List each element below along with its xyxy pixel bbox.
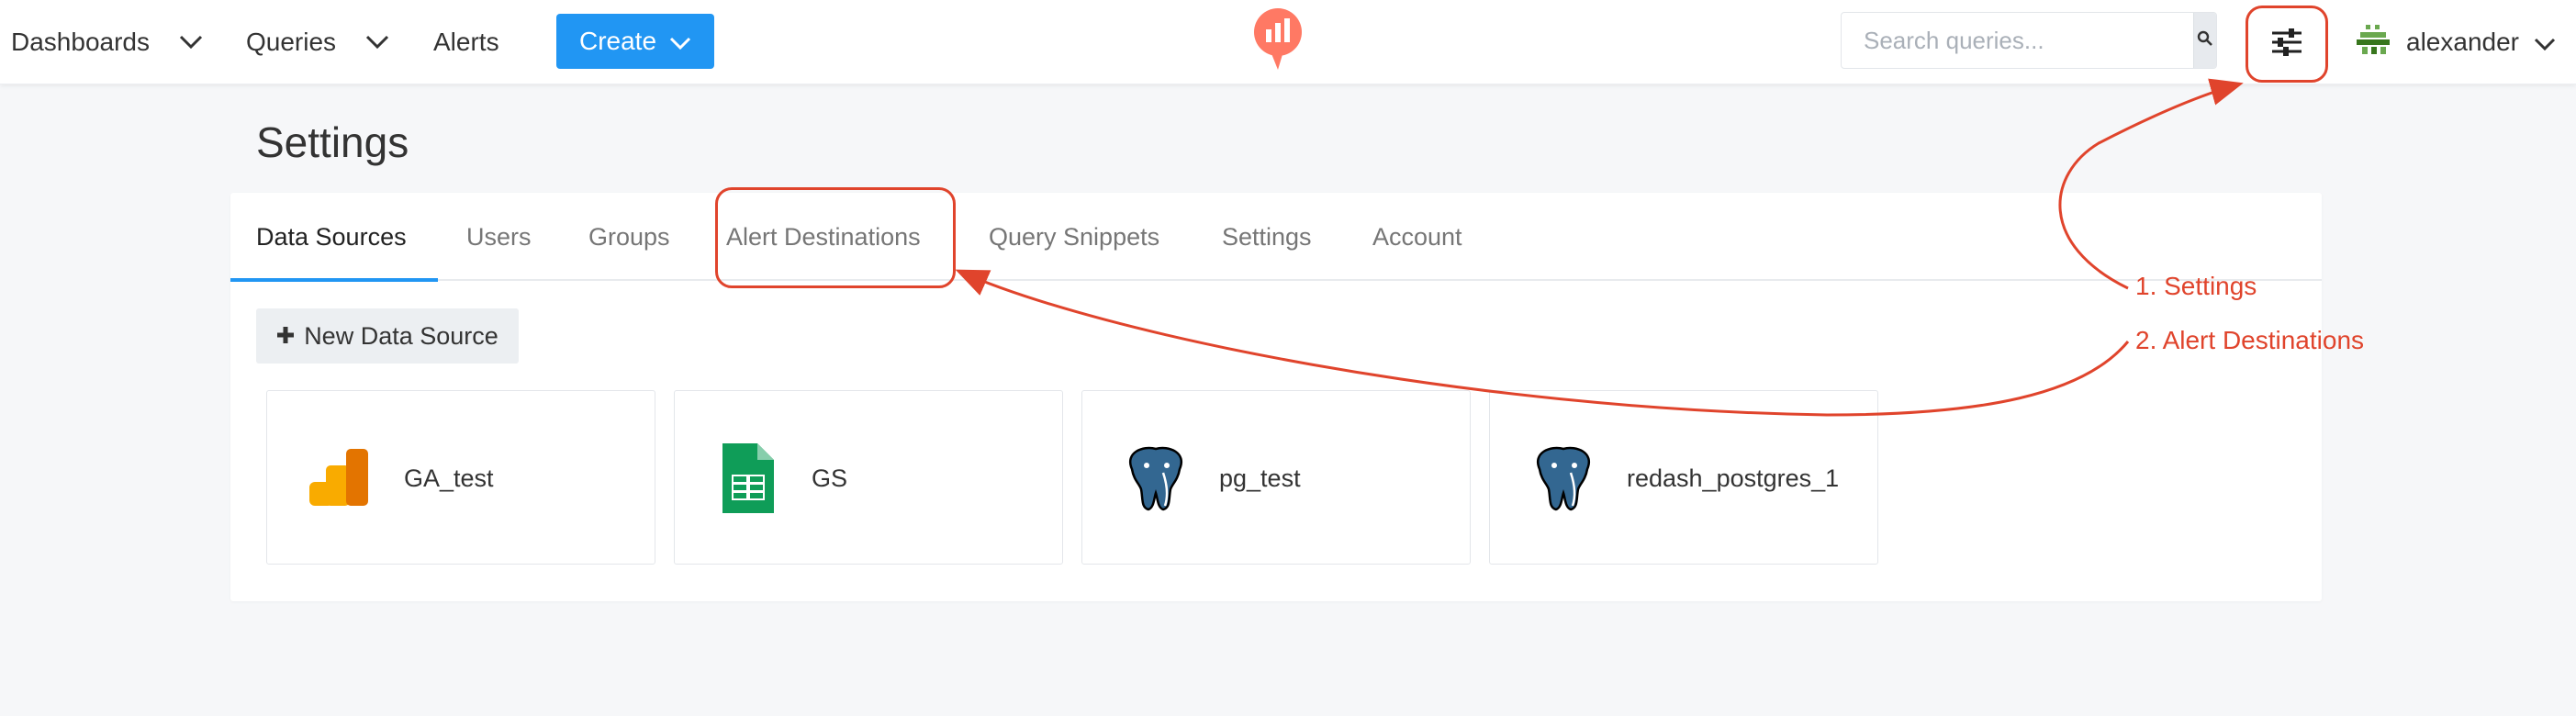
user-menu[interactable]: alexander [2355,20,2556,64]
tab-query-snippets[interactable]: Query Snippets [989,193,1159,281]
data-source-card[interactable]: GA_test [266,390,655,565]
settings-panel: Data Sources Users Groups Alert Destinat… [230,187,2322,601]
google-sheets-icon [711,442,785,515]
annotation-step-1: 1. Settings [2135,272,2257,300]
nav-dashboards-label: Dashboards [11,28,150,56]
redash-logo-icon[interactable] [1252,7,1304,72]
top-navbar: Dashboards Queries Alerts Create Search … [0,0,2576,84]
tab-groups[interactable]: Groups [588,193,670,281]
chevron-down-icon [669,27,691,56]
tab-account[interactable]: Account [1372,193,1462,281]
settings-tabs: Data Sources Users Groups Alert Destinat… [230,187,2322,288]
nav-alerts[interactable]: Alerts [433,24,499,61]
chevron-down-icon[interactable] [364,24,391,61]
annotation-step-2: 2. Alert Destinations [2135,326,2365,354]
create-button[interactable]: Create [556,14,714,69]
plus-icon [276,322,295,351]
postgresql-icon [1119,442,1193,515]
nav-queries[interactable]: Queries [246,24,391,61]
page-title: Settings [256,118,409,166]
create-button-label: Create [578,27,657,55]
active-tab-indicator [230,278,438,282]
nav-alerts-label: Alerts [433,28,499,56]
search-icon [2197,30,2213,51]
data-source-name: GS [812,464,848,492]
new-data-source-label: New Data Source [304,321,498,350]
new-data-source-button[interactable]: New Data Source [256,308,519,364]
data-source-name: GA_test [404,464,494,492]
search-button[interactable] [2193,13,2216,68]
data-source-card[interactable]: pg_test [1081,390,1471,565]
search-box [1841,12,2217,69]
annotation-highlight-settings [2246,6,2328,83]
data-source-card[interactable]: redash_postgres_1 [1489,390,1878,565]
avatar [2355,20,2391,64]
chevron-down-icon[interactable] [177,24,205,61]
data-source-card[interactable]: GS [674,390,1063,565]
annotation-highlight-alert-destinations [715,187,956,288]
data-source-name: pg_test [1219,464,1301,492]
google-analytics-icon [304,442,377,515]
tab-users[interactable]: Users [466,193,532,281]
nav-dashboards[interactable]: Dashboards [11,24,205,61]
user-name: alexander [2406,28,2519,56]
tab-settings[interactable]: Settings [1222,193,1312,281]
nav-queries-label: Queries [246,28,337,56]
postgresql-icon [1527,442,1600,515]
chevron-down-icon [2534,28,2556,57]
tab-data-sources[interactable]: Data Sources [256,193,407,281]
data-source-name: redash_postgres_1 [1627,464,1840,492]
search-input[interactable] [1842,13,2193,68]
